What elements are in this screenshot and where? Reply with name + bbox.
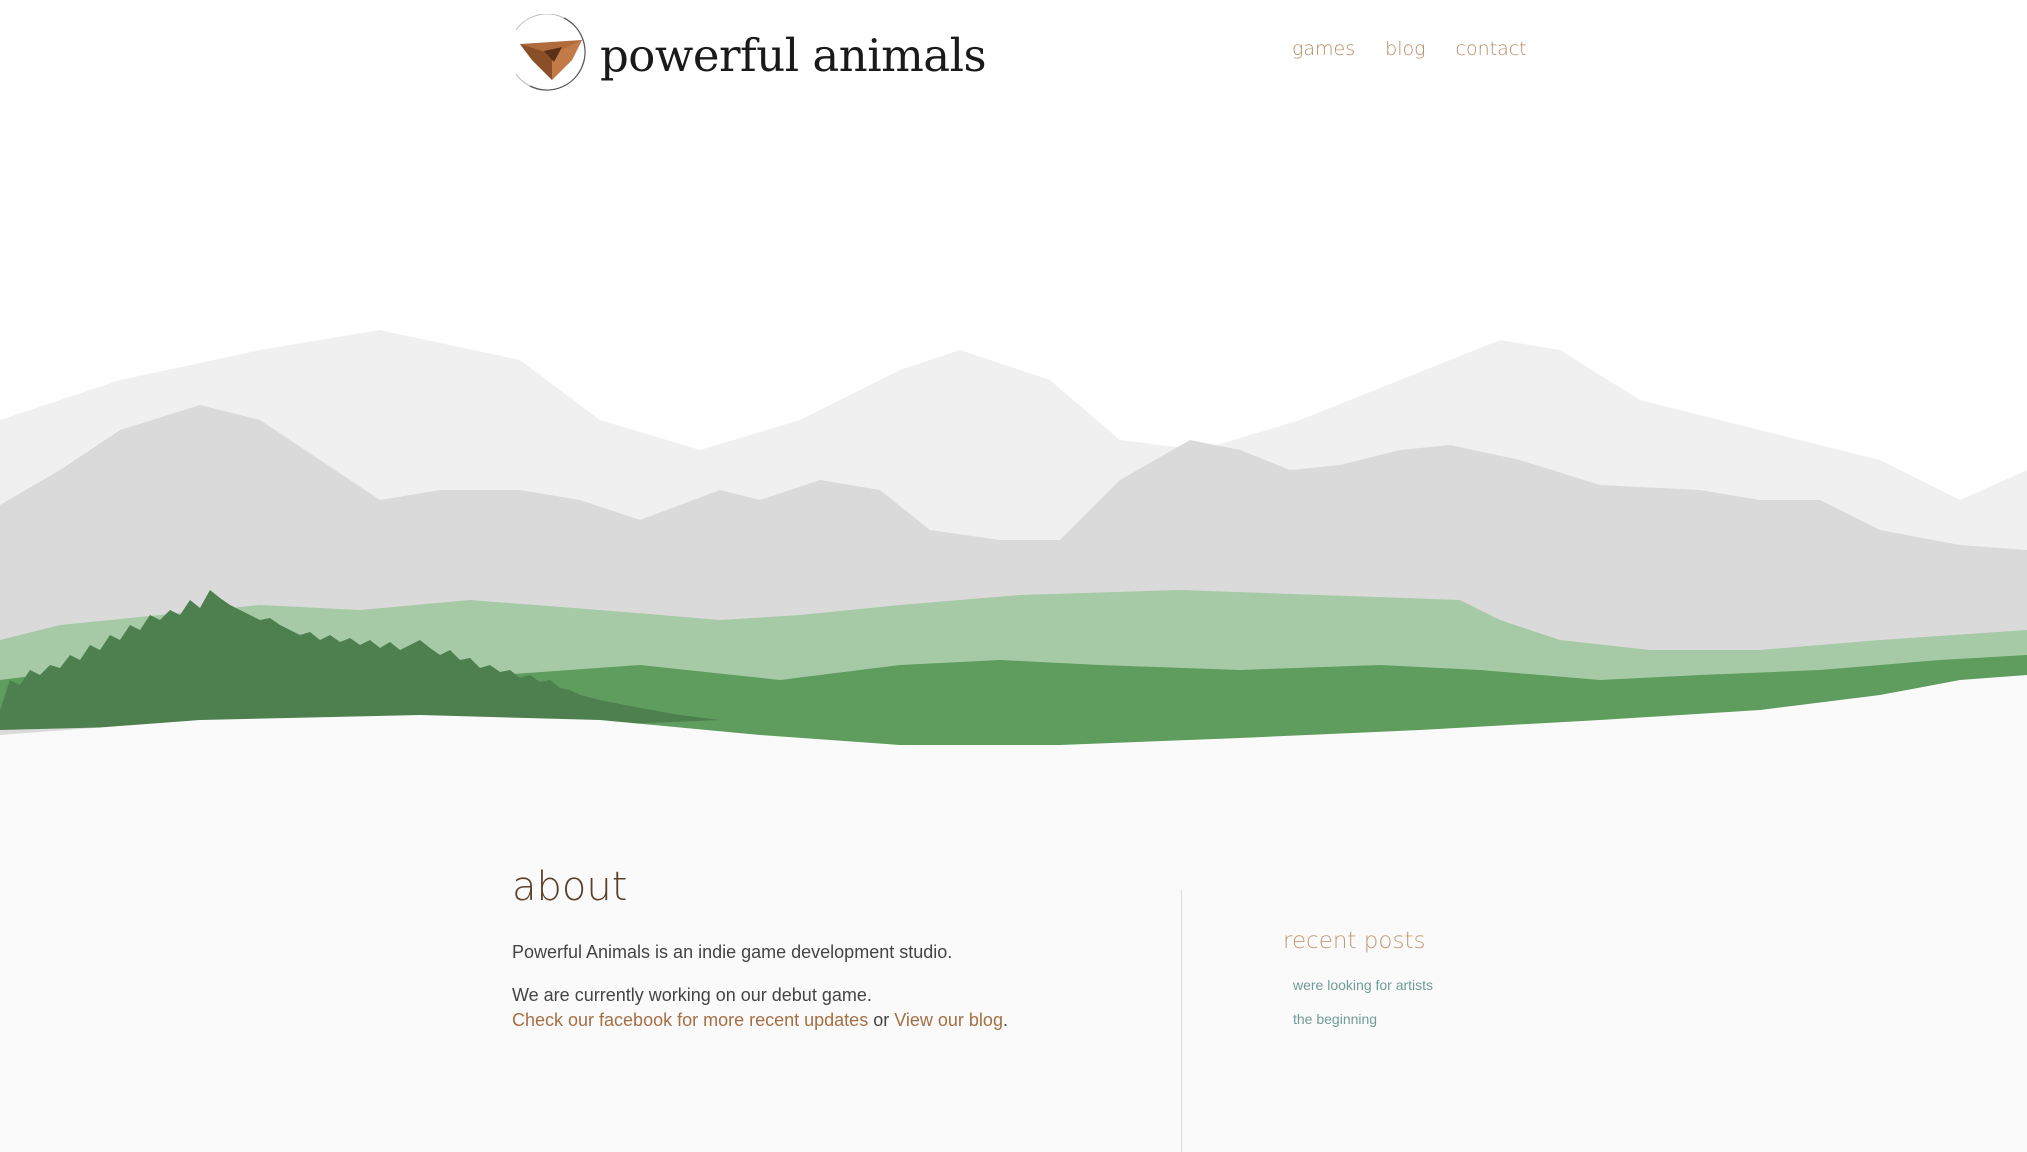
links-end-text: . bbox=[1002, 1010, 1008, 1030]
landscape-illustration bbox=[0, 330, 2027, 810]
main-content: about Powerful Animals is an indie game … bbox=[0, 810, 2027, 1152]
fox-head-logo-icon bbox=[516, 14, 586, 91]
recent-posts-list: were looking for artists the beginning bbox=[1293, 975, 1433, 1043]
nav-contact-link[interactable]: contact bbox=[1456, 38, 1527, 60]
logo-home-link[interactable]: powerful animals bbox=[516, 14, 987, 96]
facebook-link[interactable]: Check our facebook for more recent updat… bbox=[512, 1010, 868, 1030]
main-nav: games blog contact bbox=[1292, 38, 1527, 60]
recent-posts-heading: recent posts bbox=[1283, 928, 1426, 954]
about-intro-text: Powerful Animals is an indie game develo… bbox=[512, 942, 953, 962]
recent-post-link[interactable]: the beginning bbox=[1293, 1011, 1377, 1027]
links-connector-text: or bbox=[868, 1010, 895, 1030]
content-divider bbox=[1181, 890, 1182, 1152]
about-working-text: We are currently working on our debut ga… bbox=[512, 985, 872, 1005]
page: powerful animals games blog contact abou… bbox=[0, 0, 2027, 1152]
site-header: powerful animals games blog contact bbox=[0, 0, 2027, 120]
site-name: powerful animals bbox=[600, 28, 987, 82]
nav-games-link[interactable]: games bbox=[1292, 38, 1355, 60]
list-item: the beginning bbox=[1293, 1009, 1433, 1043]
view-blog-link[interactable]: View our blog bbox=[894, 1010, 1003, 1030]
nav-blog-link[interactable]: blog bbox=[1385, 38, 1425, 60]
recent-post-link[interactable]: were looking for artists bbox=[1293, 977, 1433, 993]
hero-landscape bbox=[0, 120, 2027, 810]
about-links-line: Check our facebook for more recent updat… bbox=[512, 1008, 1008, 1033]
about-heading: about bbox=[512, 864, 628, 910]
list-item: were looking for artists bbox=[1293, 975, 1433, 1009]
